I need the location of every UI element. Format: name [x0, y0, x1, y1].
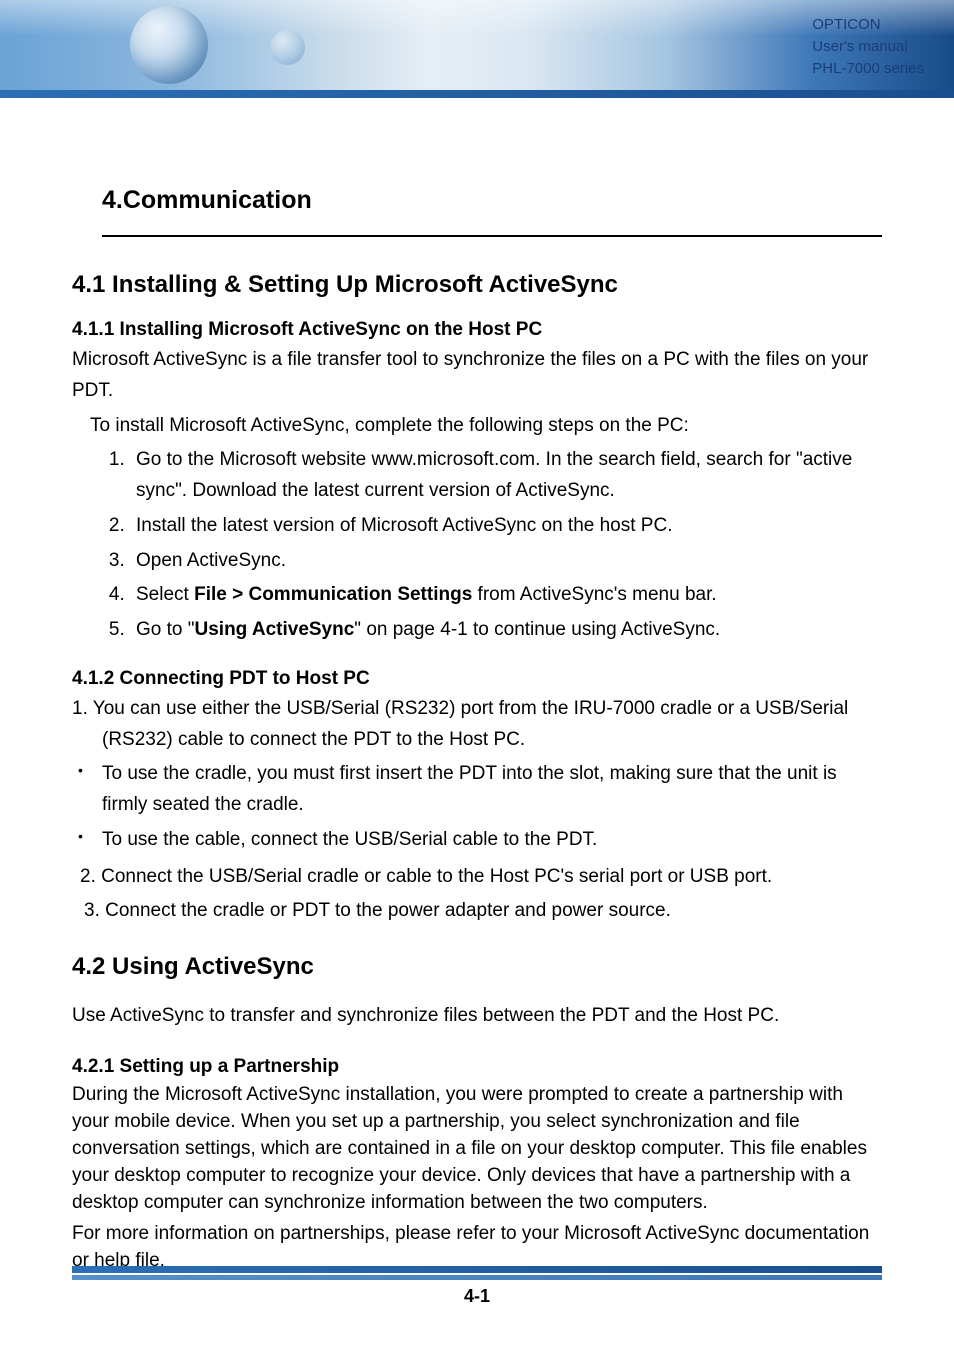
list-item: Select File > Communication Settings fro… [130, 580, 882, 611]
section-411-lead: To install Microsoft ActiveSync, complet… [90, 411, 882, 442]
footer-bar-bottom [72, 1275, 882, 1280]
doc-title: User's manual [812, 36, 924, 58]
list-item: To use the cradle, you must first insert… [72, 759, 882, 821]
header-banner: OPTICON User's manual PHL-7000 series [0, 0, 954, 90]
section-421-para1: During the Microsoft ActiveSync installa… [72, 1082, 882, 1217]
section-42-intro: Use ActiveSync to transfer and synchroni… [72, 1001, 882, 1032]
list-item: Install the latest version of Microsoft … [130, 511, 882, 542]
brand-name: OPTICON [812, 14, 924, 36]
list-item: 2. Connect the USB/Serial cradle or cabl… [72, 862, 882, 893]
section-412-heading: 4.1.2 Connecting PDT to Host PC [72, 668, 882, 690]
list-item: 3. Connect the cradle or PDT to the powe… [72, 896, 882, 927]
list-item: Go to the Microsoft website www.microsof… [130, 445, 882, 507]
page-body: 4.Communication 4.1 Installing & Setting… [0, 104, 954, 1275]
chapter-title: 4.Communication [102, 186, 882, 215]
section-412-step1: 1. You can use either the USB/Serial (RS… [72, 694, 882, 756]
footer: 4-1 [72, 1266, 882, 1307]
section-421-heading: 4.2.1 Setting up a Partnership [72, 1056, 882, 1078]
section-412-poststeps: 2. Connect the USB/Serial cradle or cabl… [72, 862, 882, 928]
list-item: To use the cable, connect the USB/Serial… [72, 825, 882, 856]
page-number: 4-1 [72, 1286, 882, 1307]
section-411-intro: Microsoft ActiveSync is a file transfer … [72, 345, 882, 407]
list-item: Go to "Using ActiveSync" on page 4-1 to … [130, 615, 882, 646]
section-411-heading: 4.1.1 Installing Microsoft ActiveSync on… [72, 319, 882, 341]
section-41-heading: 4.1 Installing & Setting Up Microsoft Ac… [72, 271, 882, 299]
banner-globe-small [270, 30, 305, 65]
footer-bar-top [72, 1266, 882, 1273]
header-accent-bar [0, 90, 954, 98]
chapter-divider [102, 235, 882, 237]
banner-globe-large [130, 6, 208, 84]
section-411-steps: Go to the Microsoft website www.microsof… [130, 445, 882, 646]
product-series: PHL-7000 series [812, 58, 924, 80]
section-412-bullets: To use the cradle, you must first insert… [72, 759, 882, 855]
header-text: OPTICON User's manual PHL-7000 series [812, 14, 924, 79]
section-42-heading: 4.2 Using ActiveSync [72, 953, 882, 981]
list-item: Open ActiveSync. [130, 546, 882, 577]
